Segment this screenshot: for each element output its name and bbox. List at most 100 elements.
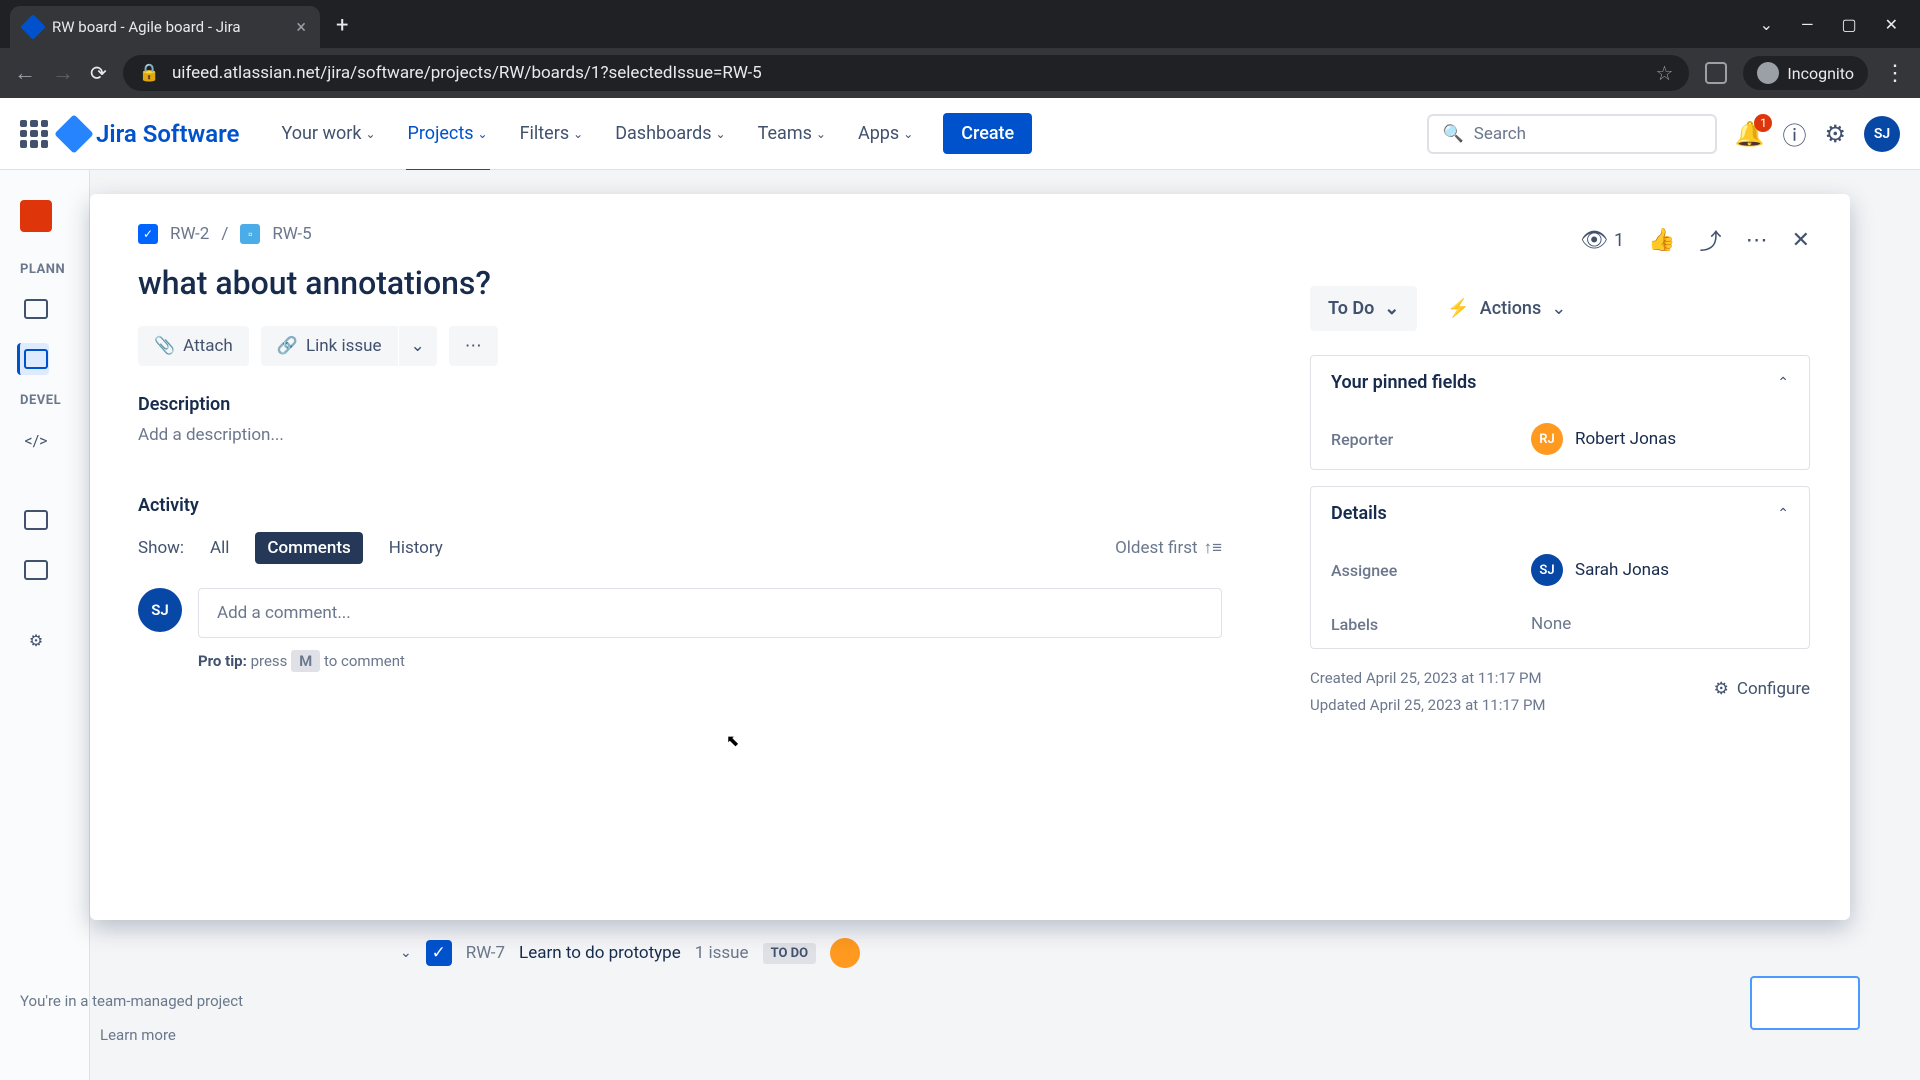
project-sidebar: PLANN DEVEL </> ⚙ [0, 170, 90, 1080]
pinned-fields-header[interactable]: Your pinned fields ⌃ [1311, 356, 1809, 409]
details-header[interactable]: Details ⌃ [1311, 487, 1809, 540]
breadcrumb: ✓ RW-2 / ▫ RW-5 [138, 224, 1222, 244]
share-icon: ⤴ [1700, 224, 1722, 256]
tab-search-icon[interactable]: ⌄ [1760, 15, 1773, 34]
ellipsis-icon: ⋯ [1746, 228, 1768, 253]
bg-epic-row[interactable]: ⌄ ✓ RW-7 Learn to do prototype 1 issue T… [400, 938, 860, 968]
sidebar-board[interactable] [17, 343, 49, 375]
current-user-avatar: SJ [138, 588, 182, 632]
comment-input[interactable]: Add a comment... [198, 588, 1222, 638]
chevron-down-icon[interactable]: ⌄ [400, 945, 412, 961]
vote-button[interactable]: 👍 [1648, 228, 1675, 253]
details-panel: Details ⌃ Assignee SJ Sarah Jonas Labels… [1310, 486, 1810, 649]
nav-teams[interactable]: Teams⌄ [748, 115, 836, 152]
issue-title[interactable]: what about annotations? [138, 264, 1222, 302]
configure-button[interactable]: ⚙Configure [1714, 679, 1810, 699]
more-actions-button[interactable]: ⋯ [449, 326, 498, 366]
thumbs-up-icon: 👍 [1648, 228, 1675, 253]
description-input[interactable]: Add a description... [138, 425, 1222, 445]
nav-apps[interactable]: Apps⌄ [848, 115, 923, 152]
sidebar-section-planning: PLANN [0, 262, 89, 277]
sort-button[interactable]: Oldest first↑≡ [1115, 538, 1222, 558]
nav-dashboards[interactable]: Dashboards⌄ [605, 115, 735, 152]
actions-dropdown[interactable]: ⚡Actions⌄ [1447, 286, 1566, 331]
lock-icon: 🔒 [139, 63, 160, 83]
address-bar[interactable]: 🔒 uifeed.atlassian.net/jira/software/pro… [123, 55, 1690, 91]
app-switcher-icon[interactable] [20, 120, 48, 148]
subtask-icon: ▫ [240, 224, 260, 244]
issue-key-link[interactable]: RW-5 [272, 224, 311, 244]
description-heading: Description [138, 394, 1222, 415]
tab-history[interactable]: History [377, 532, 455, 564]
create-button[interactable]: Create [943, 113, 1032, 154]
nav-projects[interactable]: Projects⌄ [398, 115, 498, 152]
sidebar-code[interactable]: </> [20, 424, 52, 456]
bg-epic-title[interactable]: Learn to do prototype [519, 943, 681, 963]
jira-logo[interactable]: Jira Software [60, 120, 239, 148]
forward-button[interactable]: → [52, 60, 74, 86]
browser-tab[interactable]: RW board - Agile board - Jira × [10, 6, 320, 48]
ellipsis-icon: ⋯ [465, 336, 482, 356]
minimize-icon[interactable]: — [1801, 15, 1814, 34]
browser-toolbar: ← → ⟳ 🔒 uifeed.atlassian.net/jira/softwa… [0, 48, 1920, 98]
learn-more-link[interactable]: Learn more [100, 1026, 176, 1044]
status-dropdown[interactable]: To Do⌄ [1310, 286, 1417, 331]
team-managed-note: You're in a team-managed project [20, 992, 243, 1010]
tab-all[interactable]: All [198, 532, 241, 564]
attachment-icon: 📎 [154, 336, 175, 356]
settings-icon[interactable]: ⚙ [1824, 120, 1846, 148]
labels-field[interactable]: Labels None [1311, 600, 1809, 648]
project-avatar[interactable] [20, 200, 52, 232]
help-icon[interactable]: ⓘ [1782, 116, 1806, 151]
pro-tip: Pro tip: press M to comment [198, 652, 1222, 670]
link-issue-button[interactable]: 🔗Link issue [261, 326, 398, 366]
parent-issue-link[interactable]: RW-2 [170, 224, 209, 244]
chevron-down-icon: ⌄ [365, 127, 375, 141]
sidebar-pages[interactable] [20, 504, 52, 536]
sidebar-section-development: DEVEL [0, 393, 89, 408]
link-issue-dropdown[interactable]: ⌄ [399, 326, 437, 366]
incognito-badge[interactable]: Incognito [1743, 56, 1868, 90]
back-button[interactable]: ← [14, 60, 36, 86]
nav-filters[interactable]: Filters⌄ [510, 115, 594, 152]
more-menu[interactable]: ⋯ [1746, 228, 1768, 253]
close-window-icon[interactable]: ✕ [1885, 15, 1898, 34]
sidebar-settings[interactable]: ⚙ [20, 624, 52, 656]
browser-menu-icon[interactable]: ⋮ [1884, 61, 1906, 86]
browser-tab-strip: RW board - Agile board - Jira × + ⌄ — ▢ … [0, 0, 1920, 48]
reload-button[interactable]: ⟳ [90, 61, 107, 85]
quickstart-panel[interactable] [1750, 976, 1860, 1030]
watch-button[interactable]: 👁1 [1580, 228, 1624, 253]
assignee-avatar: SJ [1531, 554, 1563, 586]
window-controls: ⌄ — ▢ ✕ [1738, 15, 1920, 48]
key-m-badge: M [291, 650, 320, 672]
maximize-icon[interactable]: ▢ [1841, 15, 1856, 34]
sidebar-shortcut[interactable] [20, 554, 52, 586]
bookmark-star-icon[interactable]: ☆ [1655, 61, 1673, 85]
bolt-icon: ⚡ [1447, 298, 1469, 319]
chevron-up-icon: ⌃ [1777, 375, 1789, 391]
attach-button[interactable]: 📎Attach [138, 326, 249, 366]
close-tab-icon[interactable]: × [296, 17, 306, 38]
search-input[interactable]: 🔍 Search [1427, 114, 1717, 154]
tab-comments[interactable]: Comments [255, 532, 362, 564]
chevron-down-icon: ⌄ [1384, 298, 1399, 319]
bg-epic-key[interactable]: RW-7 [466, 943, 505, 963]
reporter-avatar: RJ [1531, 423, 1563, 455]
nav-your-work[interactable]: Your work⌄ [271, 115, 385, 152]
labels-value: None [1531, 614, 1571, 634]
chevron-down-icon: ⌄ [411, 336, 425, 356]
assignee-field[interactable]: Assignee SJ Sarah Jonas [1311, 540, 1809, 600]
close-modal-button[interactable]: ✕ [1792, 228, 1810, 253]
extensions-icon[interactable] [1705, 62, 1727, 84]
notifications-icon[interactable]: 🔔1 [1735, 120, 1765, 148]
tab-title: RW board - Agile board - Jira [52, 18, 241, 36]
new-tab-button[interactable]: + [336, 13, 348, 38]
profile-avatar[interactable]: SJ [1864, 116, 1900, 152]
chevron-down-icon: ⌄ [716, 127, 726, 141]
bg-epic-assignee[interactable] [830, 938, 860, 968]
share-button[interactable]: ⤴ [1700, 224, 1722, 256]
reporter-field[interactable]: Reporter RJ Robert Jonas [1311, 409, 1809, 469]
bg-epic-status[interactable]: TO DO [763, 943, 816, 964]
sidebar-timeline[interactable] [20, 293, 52, 325]
